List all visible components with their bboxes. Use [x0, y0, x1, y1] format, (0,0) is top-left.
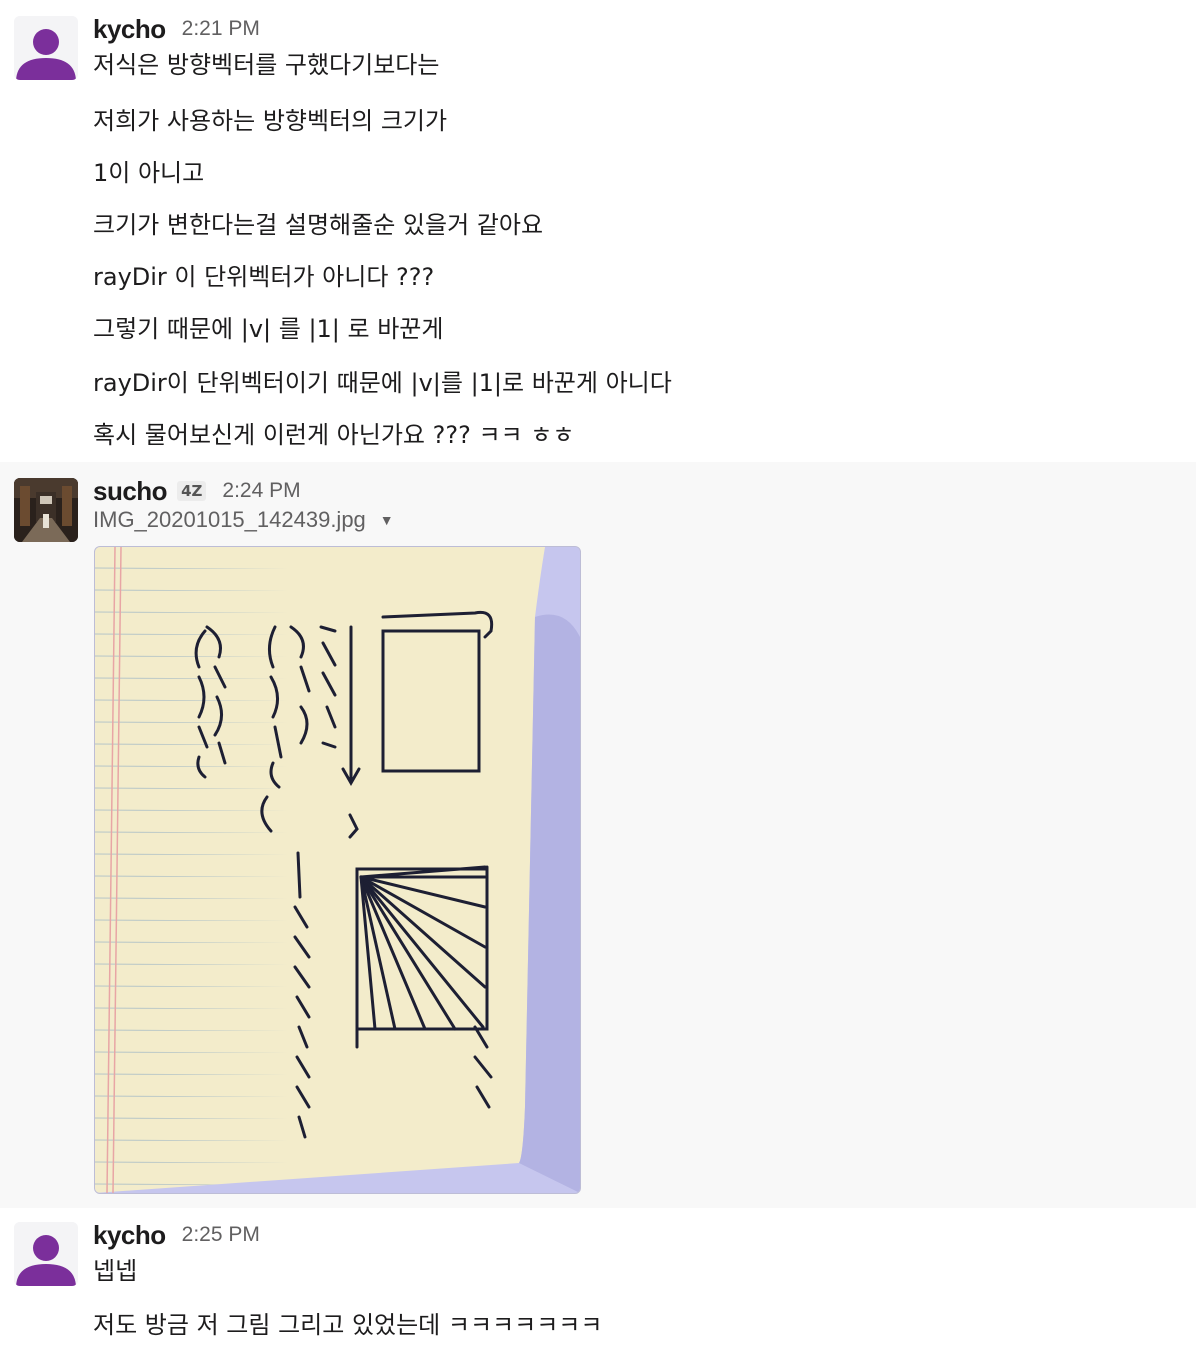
- message-group-kycho-2: kycho 2:25 PM 넵넵 저도 방금 저 그림 그리고 있었는데 ㅋㅋㅋ…: [0, 1208, 1196, 1352]
- album-cover-avatar-icon: [14, 478, 78, 542]
- message-text: 저도 방금 저 그림 그리고 있었는데 ㅋㅋㅋㅋㅋㅋㅋ: [93, 1311, 603, 1339]
- caret-down-icon[interactable]: ▼: [380, 512, 394, 528]
- message-text: 혹시 물어보신게 이런게 아닌가요 ??? ㅋㅋ ㅎㅎ: [93, 421, 575, 449]
- message-header: sucho 4Z 2:24 PM: [93, 474, 301, 508]
- person-icon: [14, 16, 78, 80]
- message-group-kycho-1: kycho 2:21 PM 저식은 방향벡터를 구했다기보다는 저희가 사용하는…: [0, 0, 1196, 462]
- user-avatar[interactable]: [14, 1222, 78, 1286]
- message-text: rayDir이 단위벡터이기 때문에 |v|를 |1|로 바꾼게 아니다: [93, 369, 672, 397]
- username[interactable]: kycho: [93, 14, 166, 45]
- message-header: kycho 2:25 PM: [93, 1218, 260, 1252]
- message-text: 크기가 변한다는걸 설명해줄순 있을거 같아요: [93, 211, 544, 239]
- user-avatar[interactable]: [14, 478, 78, 542]
- status-badge: 4Z: [177, 481, 207, 501]
- timestamp[interactable]: 2:25 PM: [182, 1223, 260, 1247]
- message-text: 넵넵: [93, 1257, 138, 1285]
- timestamp[interactable]: 2:21 PM: [182, 17, 260, 41]
- image-attachment[interactable]: [94, 546, 581, 1194]
- message-text: 그렇기 때문에 |v| 를 |1| 로 바꾼게: [93, 315, 444, 343]
- message-text: 저식은 방향벡터를 구했다기보다는: [93, 51, 440, 79]
- timestamp[interactable]: 2:24 PM: [222, 479, 300, 503]
- username[interactable]: kycho: [93, 1220, 166, 1251]
- message-text: rayDir 이 단위벡터가 아니다 ???: [93, 263, 435, 291]
- message-header: kycho 2:21 PM: [93, 12, 260, 46]
- message-text: 저희가 사용하는 방향벡터의 크기가: [93, 107, 448, 135]
- file-name[interactable]: IMG_20201015_142439.jpg: [93, 507, 366, 533]
- user-avatar[interactable]: [14, 16, 78, 80]
- file-attachment-header[interactable]: IMG_20201015_142439.jpg ▼: [93, 504, 394, 536]
- message-text: 1이 아니고: [93, 159, 205, 187]
- person-icon: [14, 1222, 78, 1286]
- username[interactable]: sucho: [93, 476, 168, 507]
- photo-notebook-sketch: [95, 547, 580, 1193]
